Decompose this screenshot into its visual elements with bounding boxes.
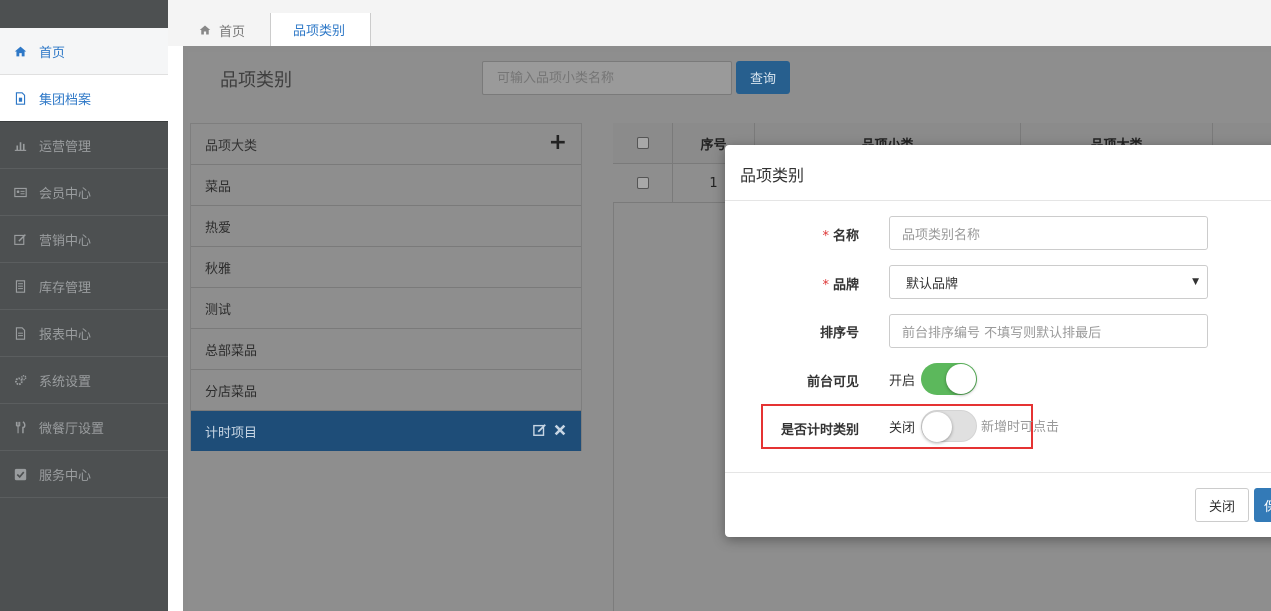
add-category-button[interactable]: +	[549, 132, 567, 154]
report-icon	[13, 326, 27, 340]
row-select[interactable]	[613, 164, 673, 202]
tab-home[interactable]: 首页	[199, 14, 245, 46]
tab-strip: 首页 品项类别	[183, 9, 1271, 46]
timed-toggle[interactable]	[921, 410, 977, 442]
checkbox[interactable]	[636, 137, 649, 149]
sidebar-item-label: 库存管理	[39, 280, 92, 296]
home-icon	[199, 25, 211, 35]
id-card-icon	[13, 185, 27, 199]
file-icon	[13, 91, 27, 105]
sidebar-item-label: 系统设置	[39, 374, 92, 390]
edit-icon	[13, 232, 27, 246]
sidebar-item-service[interactable]: 服务中心	[0, 451, 168, 498]
name-input[interactable]: 品项类别名称	[889, 216, 1208, 250]
tab-home-label: 首页	[219, 24, 246, 40]
row-actions	[533, 423, 567, 437]
category-item[interactable]: 热爱	[191, 206, 581, 247]
cutlery-icon	[13, 420, 27, 434]
category-item[interactable]: 测试	[191, 288, 581, 329]
brand-label: * 品牌	[822, 278, 859, 293]
name-placeholder: 品项类别名称	[902, 227, 981, 243]
brand-value: 默认品牌	[906, 276, 959, 292]
home-icon	[13, 44, 27, 58]
sidebar-item-label: 报表中心	[39, 327, 92, 343]
name-label: * 名称	[822, 229, 859, 244]
checkbox[interactable]	[636, 177, 649, 189]
sort-label: 排序号	[819, 326, 859, 341]
bar-chart-icon	[13, 138, 27, 152]
timed-hint: 新增时可点击	[981, 420, 1060, 435]
search-button[interactable]: 查询	[736, 61, 790, 94]
brand-select[interactable]: 默认品牌 ▼	[889, 265, 1208, 299]
sidebar-item-group-archive[interactable]: 集团档案	[0, 75, 168, 122]
category-item[interactable]: 秋雅	[191, 247, 581, 288]
category-item[interactable]: 菜品	[191, 165, 581, 206]
page-title: 品项类别	[220, 70, 292, 91]
category-item-label: 热爱	[205, 220, 232, 236]
caret-down-icon: ▼	[1192, 277, 1199, 287]
sidebar-item-label: 会员中心	[39, 186, 92, 202]
category-panel: 品项大类 + 菜品 热爱 秋雅 测试 总部菜品 分店菜品 计时项目	[190, 123, 582, 451]
category-item-label: 菜品	[205, 179, 232, 195]
search-input[interactable]	[482, 61, 732, 95]
category-item-label: 秋雅	[205, 261, 232, 277]
modal-divider	[725, 472, 1271, 473]
inventory-icon	[13, 279, 27, 293]
category-item-label: 计时项目	[205, 425, 258, 441]
sidebar-item-settings[interactable]: 系统设置	[0, 357, 168, 404]
sidebar-item-reports[interactable]: 报表中心	[0, 310, 168, 357]
toggle-knob	[922, 412, 952, 442]
required-mark: *	[822, 229, 829, 244]
category-item[interactable]: 总部菜品	[191, 329, 581, 370]
modal-title: 品项类别	[740, 166, 805, 185]
category-item-label: 总部菜品	[205, 343, 258, 359]
sidebar-item-members[interactable]: 会员中心	[0, 169, 168, 216]
tab-bar: 首页 品项类别	[168, 0, 1271, 46]
category-item-label: 分店菜品	[205, 384, 258, 400]
sidebar-item-label: 服务中心	[39, 468, 92, 484]
header-select-all[interactable]	[613, 123, 673, 163]
modal-divider	[725, 200, 1271, 201]
sidebar-item-label: 首页	[39, 45, 66, 61]
sort-placeholder: 前台排序编号 不填写则默认排最后	[902, 325, 1102, 341]
sidebar-item-marketing[interactable]: 营销中心	[0, 216, 168, 263]
sidebar-item-micro-restaurant[interactable]: 微餐厅设置	[0, 404, 168, 451]
close-button[interactable]: 关闭	[1195, 488, 1249, 522]
timed-label: 是否计时类别	[780, 423, 859, 438]
sidebar-item-label: 营销中心	[39, 233, 92, 249]
sidebar-item-operations[interactable]: 运营管理	[0, 122, 168, 169]
category-modal: 品项类别 * 名称 品项类别名称 * 品牌 默认品牌 ▼ 排序号 前台排序编号 不填…	[725, 145, 1271, 537]
check-square-icon	[13, 467, 27, 481]
save-button[interactable]: 保	[1254, 488, 1271, 522]
sidebar-item-inventory[interactable]: 库存管理	[0, 263, 168, 310]
sidebar-top	[0, 0, 168, 28]
toggle-knob	[946, 364, 976, 394]
gears-icon	[13, 373, 27, 387]
category-item-label: 测试	[205, 302, 232, 318]
visible-state: 开启	[889, 374, 916, 389]
sidebar: 首页 集团档案 运营管理 会员中心 营销中心 库存管理 报表中心 系统设置 微餐…	[0, 0, 168, 611]
sort-input[interactable]: 前台排序编号 不填写则默认排最后	[889, 314, 1208, 348]
edit-icon[interactable]	[533, 423, 547, 437]
visible-toggle[interactable]	[921, 363, 977, 395]
category-item-selected[interactable]: 计时项目	[191, 411, 581, 451]
tab-item-category[interactable]: 品项类别	[270, 13, 371, 46]
sidebar-item-label: 运营管理	[39, 139, 92, 155]
timed-state: 关闭	[889, 421, 916, 436]
visible-label: 前台可见	[806, 375, 859, 390]
sidebar-item-label: 微餐厅设置	[39, 421, 105, 437]
delete-icon[interactable]	[553, 423, 567, 437]
sidebar-item-home[interactable]: 首页	[0, 28, 168, 75]
category-header: 品项大类 +	[191, 124, 581, 165]
required-mark: *	[822, 278, 829, 293]
category-header-label: 品项大类	[205, 138, 258, 154]
category-item[interactable]: 分店菜品	[191, 370, 581, 411]
sidebar-item-label: 集团档案	[39, 92, 92, 108]
tab-active-label: 品项类别	[293, 24, 346, 39]
